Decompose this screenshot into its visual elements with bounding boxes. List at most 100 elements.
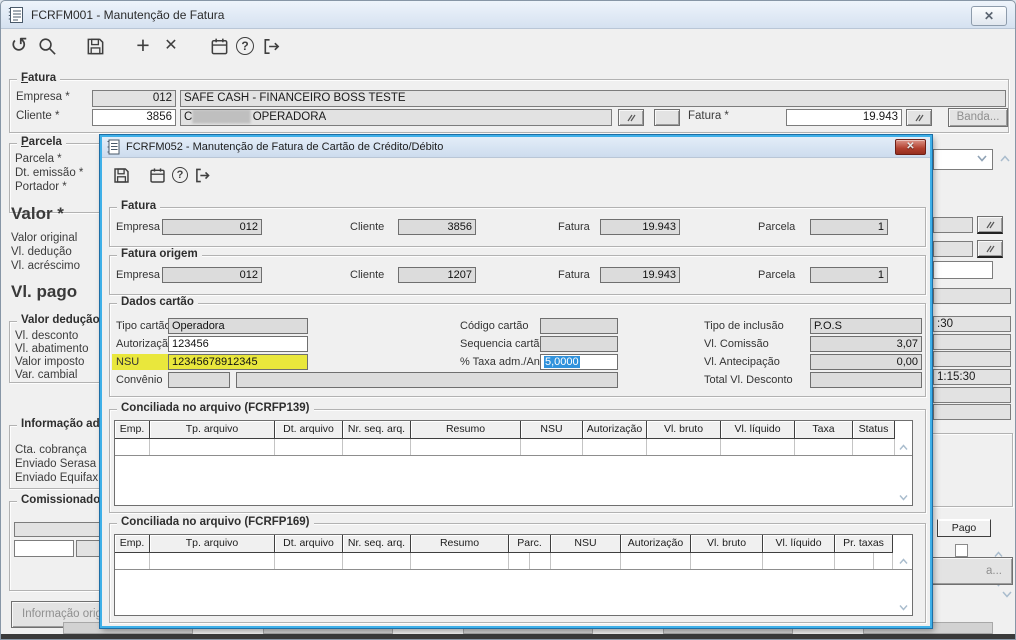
scrollbar-up-icon[interactable] (999, 154, 1011, 164)
fatura-number-field[interactable]: 19.943 (786, 109, 902, 126)
cliente-code-field[interactable]: 3856 (92, 109, 176, 126)
column-header[interactable]: Pr. taxas (835, 535, 893, 553)
column-header[interactable]: Dt. arquivo (275, 421, 343, 439)
cliente-lookup-button[interactable] (618, 109, 644, 126)
total-desconto-field (810, 372, 922, 388)
background-time-field: :30 (933, 316, 1011, 332)
lookup-icon (986, 245, 995, 252)
modal-close-button[interactable]: ✕ (895, 139, 926, 155)
tipo-inclusao-field: P.O.S (810, 318, 922, 334)
column-header[interactable]: NSU (551, 535, 621, 553)
modal-dialog: FCRFM052 - Manutenção de Fatura de Cartã… (100, 135, 932, 628)
column-header[interactable]: Dt. arquivo (275, 535, 343, 553)
empresa-code-field: 012 (92, 90, 176, 107)
fatura-lookup-button[interactable] (906, 109, 932, 126)
modal-fatura-origem-group: Fatura origem Empresa 012 Cliente 1207 F… (109, 248, 926, 295)
table-scroll-up-icon[interactable] (898, 443, 909, 452)
comissionado-input[interactable] (14, 540, 74, 557)
column-header[interactable]: Autorização (583, 421, 647, 439)
parcela-group-label: Parcela (17, 136, 66, 148)
cliente-label: Cliente (350, 221, 385, 233)
modal-titlebar: FCRFM052 - Manutenção de Fatura de Cartã… (102, 137, 930, 158)
empresa-field: 012 (162, 219, 262, 235)
empresa-label: Empresa (116, 269, 161, 281)
cliente-label: Cliente (350, 269, 385, 281)
background-lookup-button[interactable] (977, 240, 1003, 258)
column-header[interactable]: Parc. (509, 535, 551, 553)
empresa-label: Empresa * (16, 91, 70, 103)
undo-icon[interactable]: ↺ (7, 33, 31, 57)
column-header[interactable]: Emp. (115, 535, 150, 553)
background-field (933, 387, 1011, 403)
main-close-button[interactable]: ✕ (971, 6, 1007, 26)
column-header[interactable]: Vl. bruto (647, 421, 721, 439)
var-cambial-label: Var. cambial (15, 369, 78, 381)
scrollbar-down-icon[interactable] (1001, 589, 1013, 599)
banda-button[interactable]: Banda... (948, 108, 1008, 127)
column-header[interactable]: Tp. arquivo (150, 535, 275, 553)
vl-comissao-field: 3,07 (810, 336, 922, 352)
column-header[interactable]: Tp. arquivo (150, 421, 275, 439)
pago-checkbox[interactable] (955, 544, 968, 557)
tipo-inclusao-label: Tipo de inclusão (704, 320, 784, 332)
column-header[interactable]: NSU (521, 421, 583, 439)
background-input[interactable] (933, 261, 993, 279)
delete-icon[interactable]: ✕ (159, 34, 183, 58)
column-header[interactable]: Resumo (411, 421, 521, 439)
column-header[interactable]: Status (853, 421, 895, 439)
column-header[interactable]: Nr. seq. arq. (343, 535, 411, 553)
convenio-label: Convênio (116, 374, 163, 386)
enviado-equifax-label: Enviado Equifax (15, 472, 99, 484)
save-icon[interactable] (110, 164, 132, 186)
column-header[interactable]: Vl. líquido (721, 421, 795, 439)
codigo-cartao-field (540, 318, 618, 334)
column-header[interactable]: Vl. líquido (763, 535, 835, 553)
column-header[interactable]: Nr. seq. arq. (343, 421, 411, 439)
redacted-text: ████████ (192, 111, 250, 123)
calendar-icon[interactable] (146, 164, 168, 186)
nsu-label: NSU (116, 356, 140, 368)
column-header[interactable]: Autorização (621, 535, 691, 553)
save-icon[interactable] (83, 34, 107, 58)
column-header[interactable]: Resumo (411, 535, 509, 553)
table-row[interactable] (115, 439, 912, 456)
table-row[interactable] (115, 553, 912, 570)
lookup-icon (627, 114, 636, 121)
chevron-down-icon[interactable] (975, 151, 989, 165)
table-169-group: Conciliada no arquivo (FCRFP169) Emp. Tp… (109, 516, 926, 623)
parcela-label: Parcela * (15, 153, 62, 165)
convenio-desc-field (236, 372, 618, 388)
fatura-field: 19.943 (600, 219, 680, 235)
help-icon[interactable]: ? (169, 164, 191, 186)
table-scroll-up-icon[interactable] (898, 557, 909, 566)
modal-toolbar: ? (102, 158, 930, 191)
pago-column-header[interactable]: Pago (937, 519, 991, 537)
exit-icon[interactable] (191, 164, 213, 186)
background-field (933, 217, 973, 233)
help-icon[interactable]: ? (233, 34, 257, 58)
cliente-label: Cliente * (16, 110, 60, 122)
cliente-field: 3856 (398, 219, 476, 235)
column-header[interactable]: Taxa (795, 421, 853, 439)
background-partial-button[interactable]: a... (919, 557, 1013, 585)
table-scroll-down-icon[interactable] (898, 603, 909, 612)
document-icon (8, 6, 24, 24)
taxa-field[interactable]: 5,0000 (540, 354, 618, 370)
background-lookup-button[interactable] (977, 216, 1003, 234)
empresa-field: 012 (162, 267, 262, 283)
modal-fatura-group: Fatura Empresa 012 Cliente 3856 Fatura 1… (109, 200, 926, 247)
nsu-field[interactable]: 12345678912345 (168, 354, 308, 370)
add-icon[interactable]: + (131, 33, 155, 57)
autorizacao-field[interactable]: 123456 (168, 336, 308, 352)
portador-label: Portador * (15, 181, 67, 193)
calendar-icon[interactable] (207, 34, 231, 58)
table-139-title: Conciliada no arquivo (FCRFP139) (117, 402, 314, 414)
column-header[interactable]: Emp. (115, 421, 150, 439)
column-header[interactable]: Vl. bruto (691, 535, 763, 553)
exit-icon[interactable] (259, 34, 283, 58)
table-scroll-down-icon[interactable] (898, 493, 909, 502)
table-169-title: Conciliada no arquivo (FCRFP169) (117, 516, 314, 528)
tipo-cartao-label: Tipo cartão (116, 320, 171, 332)
blank-button[interactable] (654, 109, 680, 126)
search-icon[interactable] (35, 34, 59, 58)
